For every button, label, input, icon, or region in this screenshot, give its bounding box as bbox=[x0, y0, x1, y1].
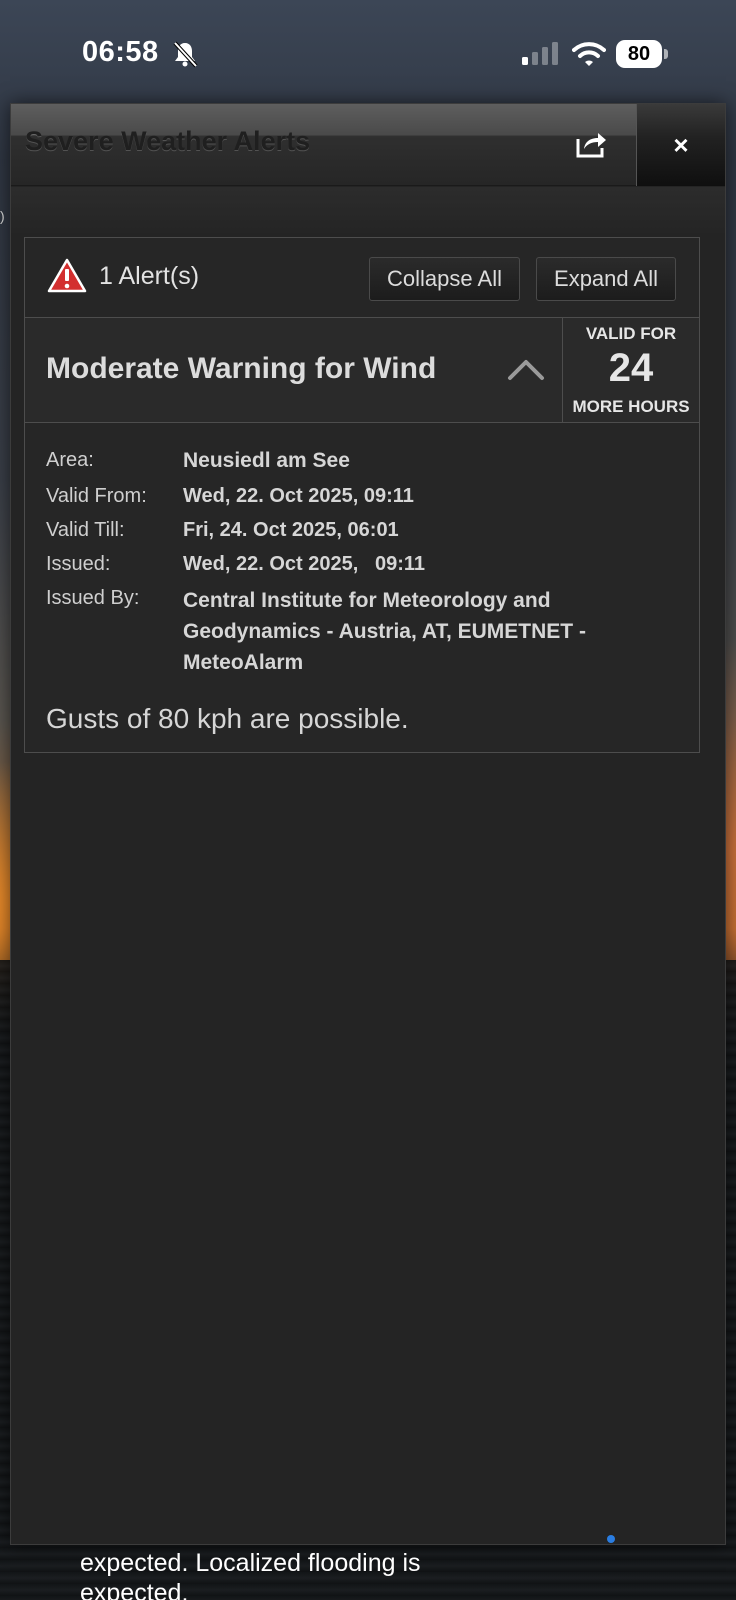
alert-description: Gusts of 80 kph are possible. bbox=[46, 703, 409, 734]
issued-by-value: Central Institute for Meteorology and Ge… bbox=[183, 589, 586, 674]
valid-for-label: VALID FOR bbox=[585, 324, 677, 343]
valid-for-hours: 24 bbox=[608, 346, 654, 390]
valid-for-unit: MORE HOURS bbox=[572, 397, 690, 416]
alert-title: Moderate Warning for Wind bbox=[46, 352, 437, 385]
modal-subheader bbox=[11, 187, 725, 237]
alert-header: Moderate Warning for Wind VALID FOR 24 M… bbox=[24, 317, 700, 423]
close-icon: × bbox=[673, 129, 689, 160]
modal-header: Severe Weather Alerts × bbox=[11, 104, 725, 186]
warning-triangle-icon bbox=[47, 258, 87, 293]
battery-icon: 80 bbox=[616, 40, 662, 68]
issued-by-label: Issued By: bbox=[46, 587, 140, 609]
modal-title: Severe Weather Alerts bbox=[25, 126, 311, 156]
background-edge-text: ) bbox=[0, 208, 5, 224]
battery-nub bbox=[664, 49, 668, 59]
chevron-up-icon bbox=[508, 360, 544, 380]
area-value: Neusiedl am See bbox=[183, 449, 350, 472]
valid-till-value: Fri, 24. Oct 2025, 06:01 bbox=[183, 519, 399, 541]
expand-all-button[interactable]: Expand All bbox=[536, 257, 676, 301]
issued-label: Issued: bbox=[46, 553, 111, 575]
issued-value: Wed, 22. Oct 2025, 09:11 bbox=[183, 553, 425, 575]
share-icon bbox=[576, 133, 606, 158]
alerts-summary: 1 Alert(s) Collapse All Expand All bbox=[24, 237, 700, 317]
share-button[interactable] bbox=[571, 124, 611, 164]
close-button[interactable]: × bbox=[636, 104, 725, 186]
alert-toggle[interactable]: Moderate Warning for Wind bbox=[25, 318, 562, 422]
valid-from-label: Valid From: bbox=[46, 485, 147, 507]
alert-details: Area: Neusiedl am See Valid From: Wed, 2… bbox=[24, 423, 700, 753]
severe-weather-modal: Severe Weather Alerts × 1 Alert(s) Colla… bbox=[10, 103, 726, 1545]
battery-level: 80 bbox=[627, 42, 651, 65]
valid-for-box: VALID FOR 24 MORE HOURS bbox=[562, 318, 699, 422]
collapse-all-button[interactable]: Collapse All bbox=[369, 257, 520, 301]
status-bar: 06:58 80 bbox=[0, 0, 736, 100]
background-text: expected. Localized flooding is expected… bbox=[80, 1549, 421, 1600]
bell-slash-icon bbox=[173, 41, 198, 68]
background-dot bbox=[607, 1535, 615, 1543]
cellular-signal-icon bbox=[522, 42, 558, 65]
wifi-icon bbox=[572, 42, 606, 66]
area-label: Area: bbox=[46, 449, 94, 471]
valid-till-label: Valid Till: bbox=[46, 519, 125, 541]
alert-count: 1 Alert(s) bbox=[99, 262, 200, 290]
status-time: 06:58 bbox=[82, 36, 159, 68]
valid-from-value: Wed, 22. Oct 2025, 09:11 bbox=[183, 485, 414, 507]
